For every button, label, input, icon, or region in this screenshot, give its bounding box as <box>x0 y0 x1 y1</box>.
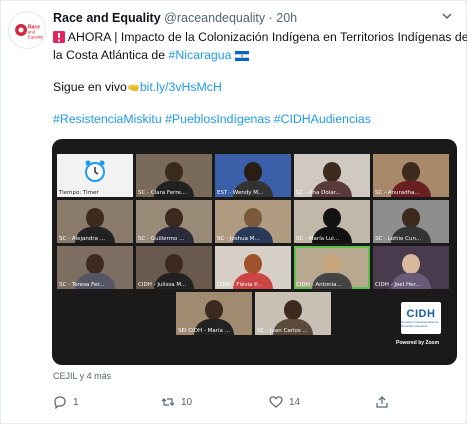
alarm-clock-icon <box>85 160 105 182</box>
participant-tile: SC - Juan Carlos ... <box>255 292 331 335</box>
tile-label: SC - Guillermo ... <box>138 236 185 242</box>
retweet-button[interactable]: 10 <box>161 393 192 411</box>
participant-tile: SC - María Lui... <box>294 200 370 243</box>
powered-by-zoom: Powered by Zoom <box>396 340 440 346</box>
participant-tile: EST - Wendy M... <box>215 154 291 197</box>
svg-text:and: and <box>28 29 36 34</box>
tile-label: SC - Clara Ferre... <box>138 190 187 196</box>
reply-button[interactable]: 1 <box>53 393 79 411</box>
nicaragua-flag-icon <box>234 49 249 65</box>
alert-icon <box>53 31 65 47</box>
tile-label: SC - Teresa Fer... <box>59 282 105 288</box>
tweet-line-3-text: Sigue en vivo <box>53 80 127 94</box>
tweet-card[interactable]: Race and Equality Race and Equality @rac… <box>0 0 467 424</box>
reply-icon <box>54 396 66 409</box>
tweet-line-2-text: la Costa Atlántica de <box>53 48 169 62</box>
participant-tile: SC - Ana Dolar... <box>294 154 370 197</box>
tile-label: SC - Ana Dolar... <box>296 190 341 196</box>
retweet-icon <box>161 398 175 406</box>
pointing-hand-icon <box>127 81 140 97</box>
tile-label: CIDH - Julissa M... <box>138 282 187 288</box>
participant-tile: SC - Teresa Fer... <box>57 246 133 289</box>
retweeted-by[interactable]: CEJIL y 4 más <box>53 371 111 381</box>
active-speaker-tile: CIDH - Antonia... <box>294 246 370 289</box>
participant-tile: SC - Guillermo ... <box>136 200 212 243</box>
cidh-logo: CIDH Comisión Interamericana de Derechos… <box>401 302 441 334</box>
tile-label: SC - Alejandra ... <box>59 236 105 242</box>
tweet-line-2: la Costa Atlántica de #Nicaragua <box>53 47 458 65</box>
tile-label: Tiempo: Timer <box>59 190 99 196</box>
tile-label: CIDH - Joel Her... <box>375 282 421 288</box>
participant-tile: SC - Lottie Cun... <box>373 200 449 243</box>
participant-tile: SC - Joshua M... <box>215 200 291 243</box>
tile-label: SC - Lottie Cun... <box>375 236 422 242</box>
tile-label: CIDH - Antonia... <box>296 282 342 288</box>
like-count: 14 <box>289 396 301 408</box>
timestamp[interactable]: 20h <box>276 11 297 25</box>
share-icon <box>376 396 388 408</box>
tile-label: SEI CIDH - María ... <box>178 328 230 334</box>
timer-tile: Tiempo: Timer <box>57 154 133 197</box>
tweet-header: Race and Equality @raceandequality · 20h <box>53 11 297 25</box>
participant-tile: CIDH - Julissa M... <box>136 246 212 289</box>
cidh-logo-subtext: Comisión Interamericana de Derechos Huma… <box>401 320 439 328</box>
tile-label: SC - María Lui... <box>296 236 340 242</box>
participant-tile: SEI CIDH - María ... <box>176 292 252 335</box>
author-handle[interactable]: @raceandequality <box>164 11 265 25</box>
tile-label: SC - Juan Carlos ... <box>257 328 308 334</box>
participant-tile: CIDH - Flávia P... <box>215 246 291 289</box>
participant-tile: SC - Clara Ferre... <box>136 154 212 197</box>
separator: · <box>268 11 273 25</box>
tile-label: SC - Anuradha... <box>375 190 420 196</box>
hashtags-line[interactable]: #ResistenciaMiskitu #PueblosIndígenas #C… <box>53 111 458 127</box>
participant-tile: SC - Anuradha... <box>373 154 449 197</box>
heart-icon <box>269 396 283 408</box>
author-name[interactable]: Race and Equality <box>53 11 161 25</box>
participant-tile: SC - Alejandra ... <box>57 200 133 243</box>
svg-text:Equality: Equality <box>28 35 44 40</box>
tweet-line-1-text: AHORA | Impacto de la Colonización Indíg… <box>67 30 467 44</box>
tweet-actions: 1 10 14 <box>53 393 458 411</box>
tile-label: EST - Wendy M... <box>217 190 264 196</box>
hashtag-nicaragua-link[interactable]: #Nicaragua <box>169 48 232 62</box>
tile-label: CIDH - Flávia P... <box>217 282 262 288</box>
tweet-text: AHORA | Impacto de la Colonización Indíg… <box>53 29 467 127</box>
tile-label: SC - Joshua M... <box>217 236 260 242</box>
zoom-meeting-image[interactable]: Tiempo: Timer SC - Clara Ferre... EST - … <box>52 139 457 365</box>
reply-count: 1 <box>73 396 79 408</box>
avatar[interactable]: Race and Equality <box>8 11 46 49</box>
more-options-icon[interactable] <box>440 9 454 23</box>
tweet-line-3: Sigue en vivo bit.ly/3vHsMcH <box>53 79 458 97</box>
participant-tile: CIDH - Joel Her... <box>373 246 449 289</box>
like-button[interactable]: 14 <box>269 393 300 411</box>
tweet-line-1: AHORA | Impacto de la Colonización Indíg… <box>53 29 467 47</box>
share-button[interactable] <box>375 393 395 411</box>
retweet-count: 10 <box>181 396 193 408</box>
live-link[interactable]: bit.ly/3vHsMcH <box>140 80 222 94</box>
cidh-logo-text: CIDH <box>406 308 436 320</box>
